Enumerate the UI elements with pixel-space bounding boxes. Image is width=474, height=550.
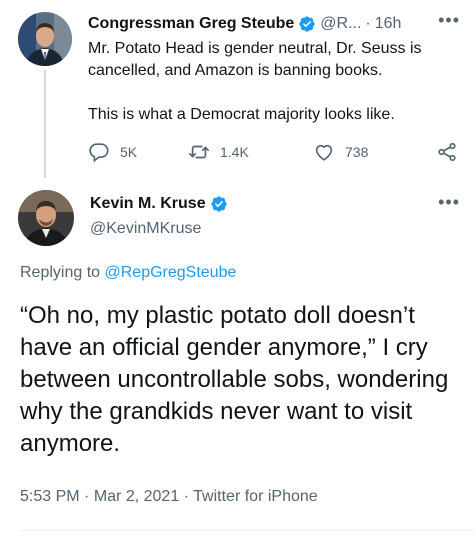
parent-avatar[interactable] (18, 12, 72, 66)
replying-to: Replying to @RepGregSteube (20, 264, 236, 282)
more-icon[interactable]: ••• (438, 193, 460, 211)
meta-separator: · (84, 488, 90, 505)
main-tweet-text: “Oh no, my plastic potato doll doesn’t h… (20, 302, 449, 457)
thread-line (44, 70, 46, 178)
parent-header: Congressman Greg Steube @R... · 16h (88, 14, 464, 34)
reply-button[interactable]: 5K (88, 141, 188, 163)
parent-tweet-text: Mr. Potato Head is gender neutral, Dr. S… (88, 38, 463, 126)
parent-handle[interactable]: @R... (320, 15, 361, 33)
retweet-icon (189, 145, 209, 159)
parent-text-line: Mr. Potato Head is gender neutral, Dr. S… (88, 40, 422, 79)
reply-count: 5K (120, 144, 138, 160)
parent-tweet[interactable]: Congressman Greg Steube @R... · 16h ••• … (0, 0, 474, 178)
replying-to-link[interactable]: @RepGregSteube (105, 264, 237, 281)
tweet-time[interactable]: 5:53 PM (20, 488, 80, 505)
parent-text-line: This is what a Democrat majority looks l… (88, 106, 395, 123)
like-button[interactable]: 738 (313, 141, 428, 163)
more-icon[interactable]: ••• (438, 11, 460, 29)
divider (20, 530, 474, 531)
main-handle[interactable]: @KevinMKruse (90, 220, 201, 238)
parent-timestamp[interactable]: 16h (375, 15, 402, 33)
tweet-source[interactable]: Twitter for iPhone (193, 488, 318, 505)
like-count: 738 (345, 144, 369, 160)
tweet-thread: Congressman Greg Steube @R... · 16h ••• … (0, 0, 474, 550)
main-avatar[interactable] (18, 190, 74, 246)
like-icon (315, 144, 333, 161)
verified-badge-icon (210, 196, 227, 212)
main-avatar-image (18, 190, 74, 246)
parent-author-name[interactable]: Congressman Greg Steube (88, 15, 294, 33)
retweet-count: 1.4K (220, 144, 249, 160)
verified-badge-icon (299, 16, 315, 32)
main-author-name[interactable]: Kevin M. Kruse (90, 195, 206, 213)
share-button[interactable] (436, 141, 458, 163)
retweet-button[interactable]: 1.4K (188, 141, 313, 163)
tweet-date[interactable]: Mar 2, 2021 (94, 488, 179, 505)
meta-separator: · (183, 488, 189, 505)
replying-prefix: Replying to (20, 264, 101, 281)
reply-icon (89, 143, 109, 163)
action-bar: 5K 1.4K 738 (88, 140, 458, 164)
tweet-metadata: 5:53 PM · Mar 2, 2021 · Twitter for iPho… (20, 488, 318, 506)
main-header: Kevin M. Kruse (90, 195, 228, 213)
share-icon (438, 142, 456, 162)
header-separator: · (365, 15, 371, 32)
parent-avatar-image (18, 12, 72, 66)
